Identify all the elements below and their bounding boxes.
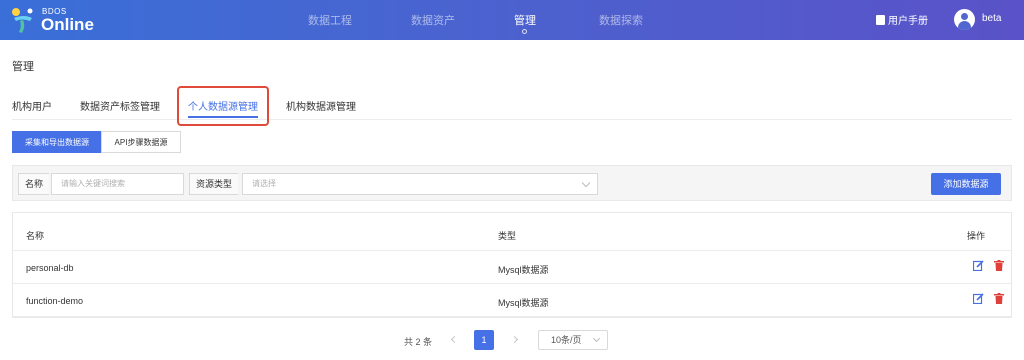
logo-title: Online — [41, 15, 94, 34]
user-icon[interactable] — [954, 9, 975, 30]
row-name: personal-db — [26, 263, 74, 273]
tab-org-users[interactable]: 机构用户 — [12, 98, 52, 113]
add-datasource-button[interactable]: 添加数据源 — [931, 173, 1001, 195]
page-size-value: 10条/页 — [551, 335, 582, 345]
user-manual-link[interactable]: 用户手册 — [876, 12, 928, 27]
chevron-left-icon[interactable] — [450, 335, 459, 344]
username[interactable]: beta — [982, 13, 1001, 24]
logo-icon — [12, 8, 33, 33]
name-search-input[interactable]: 请输入关键词搜索 — [51, 173, 184, 195]
tabs-divider — [12, 119, 1012, 120]
row-name: function-demo — [26, 296, 84, 306]
column-header-name: 名称 — [26, 231, 45, 241]
row-type: Mysql数据源 — [498, 265, 549, 275]
nav-item-data-assets[interactable]: 数据资产 — [411, 12, 455, 28]
page-size-select[interactable]: 10条/页 — [538, 330, 608, 350]
page-title: 管理 — [12, 61, 34, 73]
delete-icon[interactable] — [994, 260, 1004, 271]
table-row: personal-db Mysql数据源 — [13, 251, 1011, 284]
subtab-api-step-datasource[interactable]: API步骤数据源 — [101, 131, 181, 153]
book-icon — [876, 15, 885, 25]
edit-icon[interactable] — [973, 293, 984, 304]
nav-item-management[interactable]: 管理 — [514, 12, 536, 28]
top-navbar: BDOS Online 数据工程 数据资产 管理 数据探索 用户手册 beta — [0, 0, 1024, 40]
user-manual-label: 用户手册 — [888, 16, 928, 27]
delete-icon[interactable] — [994, 293, 1004, 304]
column-header-type: 类型 — [498, 231, 517, 241]
name-filter-label: 名称 — [18, 173, 50, 195]
tab-asset-tag-management[interactable]: 数据资产标签管理 — [80, 98, 160, 113]
table-row: function-demo Mysql数据源 — [13, 284, 1011, 317]
datasource-table: 名称 类型 操作 personal-db Mysql数据源 function-d… — [12, 212, 1012, 318]
chevron-down-icon — [592, 334, 601, 343]
resource-type-select[interactable]: 请选择 — [242, 173, 598, 195]
chevron-down-icon — [581, 178, 591, 188]
column-header-actions: 操作 — [967, 231, 986, 241]
subtab-collect-export-datasource[interactable]: 采集和导出数据源 — [12, 131, 102, 153]
tab-org-datasource-management[interactable]: 机构数据源管理 — [286, 98, 356, 113]
edit-icon[interactable] — [973, 260, 984, 271]
highlight-annotation — [177, 86, 269, 126]
chevron-right-icon[interactable] — [510, 335, 519, 344]
pagination-page-1[interactable]: 1 — [474, 330, 494, 350]
pagination-total: 共 2 条 — [404, 337, 433, 347]
nav-item-data-exploration[interactable]: 数据探索 — [599, 12, 643, 28]
row-type: Mysql数据源 — [498, 298, 549, 308]
active-nav-indicator — [522, 29, 527, 34]
nav-item-data-engineering[interactable]: 数据工程 — [308, 12, 352, 28]
filter-bar: 名称 请输入关键词搜索 资源类型 请选择 添加数据源 — [12, 165, 1012, 201]
resource-type-placeholder: 请选择 — [252, 179, 276, 188]
resource-type-label: 资源类型 — [189, 173, 239, 195]
